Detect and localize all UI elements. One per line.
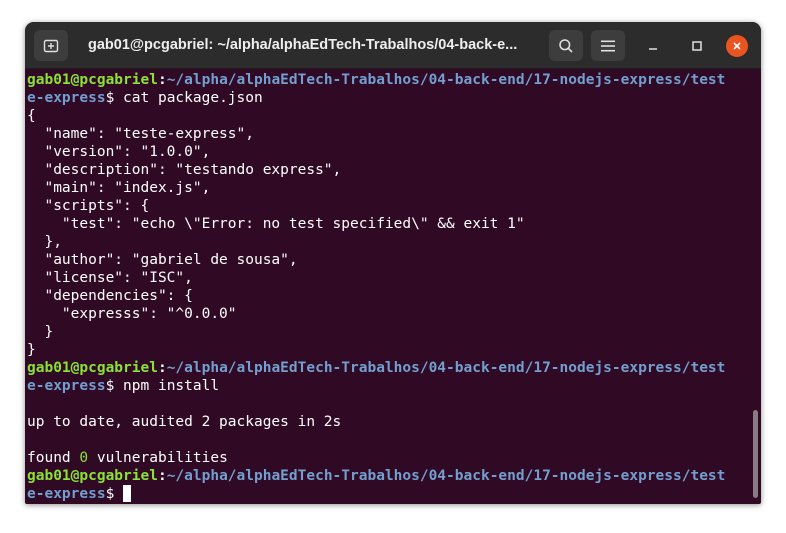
search-button[interactable]: [549, 30, 583, 61]
output-line-vulnerabilities: found 0 vulnerabilities: [27, 449, 749, 467]
terminal-window: gab01@pcgabriel: ~/alpha/alphaEdTech-Tra…: [25, 22, 761, 504]
found-prefix: found: [27, 450, 80, 466]
hamburger-menu-icon: [601, 40, 615, 51]
output-line: up to date, audited 2 packages in 2s: [27, 414, 342, 430]
output-line: "name": "teste-express",: [27, 126, 254, 142]
output-line: "test": "echo \"Error: no test specified…: [27, 216, 525, 232]
prompt-path-cont: e-express: [27, 90, 106, 106]
close-icon: [733, 42, 741, 50]
prompt-symbol: $: [105, 486, 124, 502]
output-line: "license": "ISC",: [27, 270, 193, 286]
prompt-user: gab01@pcgabriel: [27, 72, 158, 88]
prompt-line: gab01@pcgabriel:~/alpha/alphaEdTech-Trab…: [27, 360, 726, 376]
output-line: "main": "index.js",: [27, 180, 211, 196]
window-title: gab01@pcgabriel: ~/alpha/alphaEdTech-Tra…: [88, 37, 518, 53]
menu-button[interactable]: [591, 30, 625, 61]
title-bar[interactable]: gab01@pcgabriel: ~/alpha/alphaEdTech-Tra…: [25, 22, 761, 69]
new-tab-icon: [43, 39, 59, 52]
prompt-path: ~/alpha/alphaEdTech-Trabalhos/04-back-en…: [166, 360, 726, 376]
prompt-user: gab01@pcgabriel: [27, 468, 158, 484]
scrollbar[interactable]: [753, 410, 758, 498]
prompt-line-cont: e-express$: [27, 485, 749, 503]
output-line: "description": "testando express",: [27, 162, 342, 178]
output-line: "version": "1.0.0",: [27, 144, 211, 160]
close-button[interactable]: [726, 35, 748, 57]
prompt-symbol: $: [105, 90, 124, 106]
minimize-button[interactable]: [642, 35, 664, 57]
search-icon: [559, 38, 573, 53]
prompt-line: gab01@pcgabriel:~/alpha/alphaEdTech-Trab…: [27, 468, 726, 484]
output-line: "dependencies": {: [27, 288, 193, 304]
output-line: },: [27, 234, 62, 250]
prompt-user: gab01@pcgabriel: [27, 360, 158, 376]
output-line: "expresss": "^0.0.0": [27, 306, 237, 322]
prompt-symbol: $: [105, 378, 124, 394]
new-tab-button[interactable]: [34, 30, 68, 61]
vulnerability-count: 0: [79, 450, 89, 466]
output-line: {: [27, 108, 36, 124]
output-line: "author": "gabriel de sousa",: [27, 252, 298, 268]
prompt-path: ~/alpha/alphaEdTech-Trabalhos/04-back-en…: [166, 72, 726, 88]
prompt-path-cont: e-express: [27, 378, 106, 394]
text-cursor: [123, 485, 132, 502]
maximize-icon: [692, 41, 702, 51]
terminal-output[interactable]: gab01@pcgabriel:~/alpha/alphaEdTech-Trab…: [27, 71, 749, 503]
prompt-path-cont: e-express: [27, 486, 106, 502]
minimize-icon: [649, 48, 657, 50]
prompt-line: gab01@pcgabriel:~/alpha/alphaEdTech-Trab…: [27, 72, 726, 88]
prompt-path: ~/alpha/alphaEdTech-Trabalhos/04-back-en…: [166, 468, 726, 484]
command-text: npm install: [123, 378, 220, 394]
command-text: cat package.json: [123, 90, 263, 106]
output-line: }: [27, 324, 54, 340]
maximize-button[interactable]: [686, 35, 708, 57]
output-line: "scripts": {: [27, 198, 150, 214]
output-line: }: [27, 342, 36, 358]
prompt-line-cont: e-express$ cat package.json: [27, 89, 749, 107]
found-suffix: vulnerabilities: [88, 450, 228, 466]
prompt-line-cont: e-express$ npm install: [27, 377, 749, 395]
